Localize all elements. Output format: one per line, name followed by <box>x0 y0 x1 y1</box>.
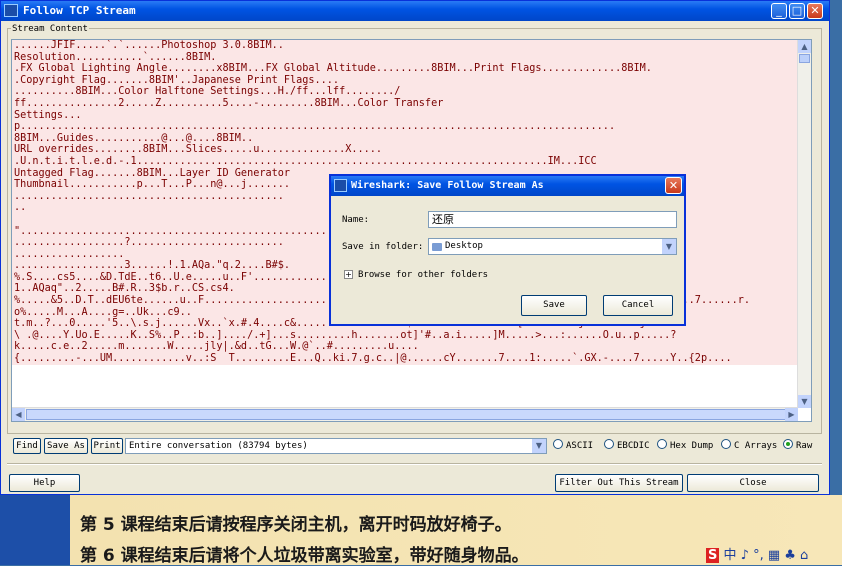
close-button[interactable]: Close <box>687 474 819 492</box>
stream-line[interactable]: 8BIM...Guides...........@...@....8BIM.. <box>12 132 800 145</box>
format-radio-raw[interactable]: Raw <box>783 439 812 453</box>
horizontal-scrollbar[interactable]: ◀ ▶ <box>12 407 798 421</box>
stream-line[interactable]: Resolution...........`......8BIM. <box>12 51 800 64</box>
radio-label: C Arrays <box>734 441 778 451</box>
stream-line[interactable]: ..........8BIM...Color Halftone Settings… <box>12 86 800 98</box>
close-window-button[interactable]: ✕ <box>807 3 823 19</box>
conversation-select-value: Entire conversation (83794 bytes) <box>129 441 308 451</box>
save-in-folder-select[interactable]: Desktop ▼ <box>428 238 677 255</box>
format-radio-c-arrays[interactable]: C Arrays <box>721 439 777 453</box>
radio-icon[interactable] <box>604 439 614 449</box>
expand-plus-icon[interactable]: + <box>344 270 353 279</box>
format-radio-ascii[interactable]: ASCII <box>553 439 593 453</box>
scroll-right-icon[interactable]: ▶ <box>785 408 798 421</box>
find-button[interactable]: Find <box>13 438 41 454</box>
print-button[interactable]: Print <box>91 438 123 454</box>
wireshark-icon <box>334 179 347 192</box>
horizontal-scroll-thumb[interactable] <box>26 409 796 420</box>
file-name-input[interactable]: 还原 <box>428 211 677 228</box>
title-bar[interactable]: Follow TCP Stream _ □ ✕ <box>1 1 829 21</box>
stream-line[interactable]: p.......................................… <box>12 121 800 133</box>
stream-line[interactable]: .U.n.t.i.t.l.e.d.-.1....................… <box>12 155 800 168</box>
filter-out-stream-button[interactable]: Filter Out This Stream <box>555 474 683 492</box>
browse-other-folders-label[interactable]: Browse for other folders <box>358 270 488 280</box>
minimize-button[interactable]: _ <box>771 3 787 19</box>
save-in-folder-label: Save in folder: <box>342 242 424 252</box>
wireshark-icon <box>4 4 18 17</box>
scroll-up-icon[interactable]: ▲ <box>798 40 811 53</box>
stream-line[interactable]: ......JFIF.....`.`......Photoshop 3.0.8B… <box>12 40 800 52</box>
dialog-close-button[interactable]: ✕ <box>665 177 682 194</box>
save-follow-stream-dialog: Wireshark: Save Follow Stream As ✕ Name:… <box>329 174 686 326</box>
radio-label: EBCDIC <box>617 441 650 451</box>
ime-tray-icons[interactable]: 中 ♪ °, ▦ ♣ ⌂ <box>724 548 809 563</box>
radio-label: Raw <box>796 441 813 451</box>
name-label: Name: <box>342 215 370 225</box>
save-button[interactable]: Save <box>521 295 587 316</box>
save-as-button[interactable]: Save As <box>44 438 88 454</box>
format-radio-ebcdic[interactable]: EBCDIC <box>604 439 650 453</box>
cancel-button[interactable]: Cancel <box>603 295 673 316</box>
format-radio-hex-dump[interactable]: Hex Dump <box>657 439 713 453</box>
help-button[interactable]: Help <box>9 474 80 492</box>
folder-value: Desktop <box>445 241 483 251</box>
dialog-title: Wireshark: Save Follow Stream As <box>351 180 544 191</box>
stream-line[interactable]: ff...............2.....Z..........5....-… <box>12 97 800 110</box>
stream-line[interactable]: .FX Global Lighting Angle........x8BIM..… <box>12 63 800 75</box>
window-title: Follow TCP Stream <box>23 4 136 17</box>
maximize-button[interactable]: □ <box>789 3 805 19</box>
chevron-down-icon[interactable]: ▼ <box>662 239 676 254</box>
vertical-scrollbar[interactable]: ▲ ▼ <box>797 40 811 408</box>
sogou-icon[interactable]: S <box>706 548 720 563</box>
scroll-left-icon[interactable]: ◀ <box>12 408 25 421</box>
stream-line[interactable]: k.....c.e..2.....m.......W.....jly|.&d..… <box>12 341 800 354</box>
vertical-scroll-thumb[interactable] <box>799 54 810 63</box>
stream-line[interactable]: .Copyright Flag.......8BIM'..Japanese Pr… <box>12 74 800 87</box>
radio-label: Hex Dump <box>670 441 714 451</box>
scroll-down-icon[interactable]: ▼ <box>798 395 811 408</box>
radio-icon[interactable] <box>553 439 563 449</box>
stream-line[interactable]: Settings... <box>12 109 800 122</box>
dialog-title-bar[interactable]: Wireshark: Save Follow Stream As ✕ <box>331 176 684 196</box>
divider <box>7 463 822 465</box>
folder-icon <box>432 243 442 251</box>
radio-selected-icon[interactable] <box>783 439 793 449</box>
ime-toolbar[interactable]: S 中 ♪ °, ▦ ♣ ⌂ <box>706 544 842 565</box>
radio-icon[interactable] <box>721 439 731 449</box>
conversation-select[interactable]: Entire conversation (83794 bytes) ▼ <box>125 438 547 454</box>
radio-label: ASCII <box>566 441 594 451</box>
stream-content-label: Stream Content <box>11 24 89 34</box>
lab-notice-5: 第 5 课程结束后请按程序关闭主机，离开时码放好椅子。 <box>80 515 512 535</box>
stream-line[interactable]: \ .@....Y.Uo.E.....K..S%..P..:b..]..../.… <box>12 329 800 342</box>
lab-notice-6: 第 6 课程结束后请将个人垃圾带离实验室，带好随身物品。 <box>80 546 529 566</box>
radio-icon[interactable] <box>657 439 667 449</box>
stream-line[interactable]: {.........-...UM............v..:S T.....… <box>12 353 800 365</box>
stream-line[interactable]: URL overrides........8BIM...Slices.....u… <box>12 144 800 156</box>
chevron-down-icon[interactable]: ▼ <box>532 439 546 453</box>
